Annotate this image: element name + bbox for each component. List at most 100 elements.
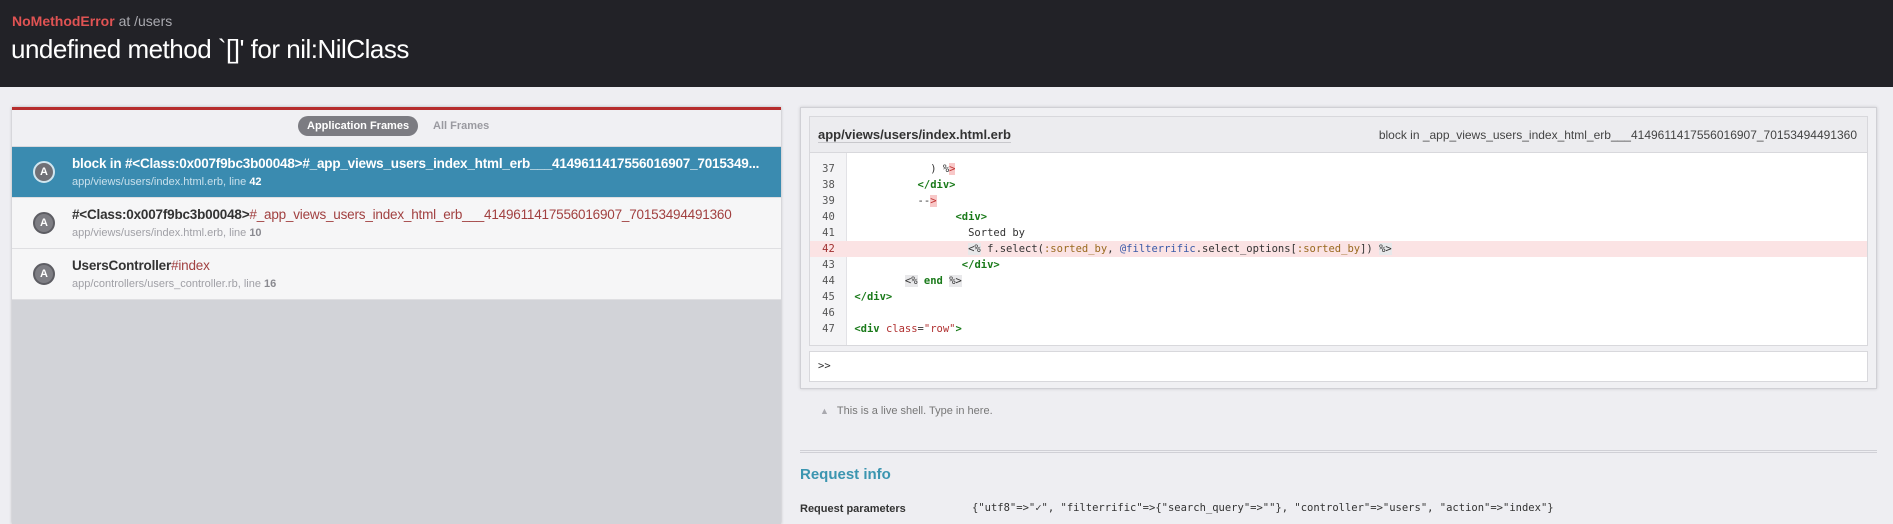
frame-line-number: 10 <box>249 227 262 239</box>
frame-name: UsersController#index <box>72 258 772 273</box>
line-number: 39 <box>822 195 835 207</box>
frame-file: app/controllers/users_controller.rb <box>72 278 238 290</box>
code-text: </div> <box>848 177 956 193</box>
code-token: -- <box>917 195 931 207</box>
code-token: , <box>1107 243 1120 255</box>
line-number: 43 <box>822 259 835 271</box>
code-token: end <box>923 275 943 287</box>
exception-location: at /users <box>118 13 173 29</box>
frame-row[interactable]: A #<Class:0x007f9bc3b00048>#_app_views_u… <box>12 198 781 249</box>
code-token: > <box>949 163 956 175</box>
hint-text: This is a live shell. Type in here. <box>836 405 993 417</box>
frame-name-bold: #<Class:0x007f9bc3b00048> <box>72 207 250 222</box>
code-token: </div> <box>961 259 1000 271</box>
code-token: <% <box>968 243 981 255</box>
frame-row[interactable]: A block in #<Class:0x007f9bc3b00048>#_ap… <box>12 147 781 198</box>
frames-tabs: Application Frames All Frames <box>12 110 781 147</box>
code-token: </div> <box>854 291 893 303</box>
frame-row[interactable]: A UsersController#index app/controllers/… <box>12 249 781 300</box>
frame-line-number: 42 <box>249 176 262 188</box>
code-line: 45 </div> <box>810 289 1867 305</box>
triangle-up-icon: ▲ <box>820 406 829 416</box>
line-number: 45 <box>822 291 835 303</box>
exception-line: NoMethodError at /users <box>12 13 172 29</box>
frame-app-badge: A <box>33 263 55 285</box>
code-method-name: block in _app_views_users_index_html_erb… <box>1378 128 1857 142</box>
exception-name: NoMethodError <box>12 13 115 29</box>
request-params-label: Request parameters <box>800 503 906 515</box>
code-line: 39 --> <box>810 193 1867 209</box>
frame-name: block in #<Class:0x007f9bc3b00048>#_app_… <box>72 156 772 171</box>
code-line: 47 <div class="row"> <box>810 321 1867 337</box>
code-panel: app/views/users/index.html.erb block in … <box>800 107 1877 389</box>
code-token: @filterrific <box>1119 243 1196 255</box>
code-text: --> <box>848 193 937 209</box>
live-shell-hint: ▲ This is a live shell. Type in here. <box>820 405 993 417</box>
code-line: 42 <% f.select(:sorted_by, @filterrific.… <box>810 241 1867 257</box>
section-divider <box>800 450 1877 453</box>
code-token: <% <box>904 275 918 287</box>
tab-application-frames[interactable]: Application Frames <box>298 116 419 136</box>
code-text: <% end %> <box>848 273 962 289</box>
code-line: 38 </div> <box>810 177 1867 193</box>
code-line: 41 Sorted by <box>810 225 1867 241</box>
code-line: 43 </div> <box>810 257 1867 273</box>
frame-file: app/views/users/index.html.erb <box>72 227 224 239</box>
code-token: ]) <box>1360 243 1380 255</box>
code-line: 40 <div> <box>810 209 1867 225</box>
frame-line-label: , line <box>223 176 250 188</box>
frame-name-rest: #_app_views_users_index_html_erb___41496… <box>302 156 760 171</box>
code-token: :sorted_by <box>1296 243 1361 255</box>
code-text: </div> <box>848 289 892 305</box>
frame-location: app/views/users/index.html.erb, line 42 <box>72 176 262 188</box>
code-token: > <box>955 323 962 335</box>
frame-app-badge: A <box>33 161 55 183</box>
frame-app-badge: A <box>33 212 55 234</box>
request-info-heading: Request info <box>800 466 891 483</box>
code-token: <div <box>854 323 886 335</box>
frame-location: app/views/users/index.html.erb, line 10 <box>72 227 262 239</box>
code-line: 44 <% end %> <box>810 273 1867 289</box>
code-token: class <box>885 323 918 335</box>
code-token: Sorted by <box>968 227 1026 239</box>
error-message[interactable]: undefined method `[]' for nil:NilClass <box>11 34 409 65</box>
line-number: 46 <box>822 307 835 319</box>
frame-name-rest: #index <box>171 258 210 273</box>
line-number: 42 <box>822 243 835 255</box>
frame-name-rest: #_app_views_users_index_html_erb___41496… <box>249 207 732 222</box>
frame-line-number: 16 <box>264 278 277 290</box>
line-number: 38 <box>822 179 835 191</box>
code-token: %> <box>949 275 962 287</box>
line-number: 40 <box>822 211 835 223</box>
frame-line-label: , line <box>237 278 264 290</box>
frame-name: #<Class:0x007f9bc3b00048>#_app_views_use… <box>72 207 772 222</box>
code-token: ) % <box>930 163 950 175</box>
frame-file: app/views/users/index.html.erb <box>72 176 224 188</box>
code-token: .select_options[ <box>1195 243 1297 255</box>
code-text: </div> <box>848 257 1000 273</box>
code-token: %> <box>1379 243 1392 255</box>
request-params-value: {"utf8"=>"✓", "filterrific"=>{"search_qu… <box>972 502 1554 514</box>
code-text: <div class="row"> <box>848 321 962 337</box>
live-shell-input[interactable]: >> <box>809 351 1868 382</box>
error-header: NoMethodError at /users undefined method… <box>0 0 1893 87</box>
code-text: <% f.select(:sorted_by, @filterrific.sel… <box>848 241 1392 257</box>
code-line: 37 ) %> <box>810 161 1867 177</box>
code-text: ) %> <box>848 161 956 177</box>
line-number: 44 <box>822 275 835 287</box>
tab-all-frames[interactable]: All Frames <box>424 116 498 136</box>
code-text: <div> <box>848 209 987 225</box>
frame-line-label: , line <box>223 227 250 239</box>
code-listing: 37 ) %> 38 </div> 39 --> 40 <div> 41 Sorted … <box>809 152 1868 346</box>
code-file-path[interactable]: app/views/users/index.html.erb <box>818 127 1011 143</box>
code-token: </div> <box>917 179 956 191</box>
code-token: <div> <box>955 211 988 223</box>
line-number: 47 <box>822 323 835 335</box>
code-line: 46 <box>810 305 1867 321</box>
code-header: app/views/users/index.html.erb block in … <box>809 116 1868 152</box>
code-token: "row" <box>923 323 956 335</box>
line-number: 41 <box>822 227 835 239</box>
code-token: > <box>930 195 937 207</box>
frames-panel: Application Frames All Frames A block in… <box>12 107 781 524</box>
